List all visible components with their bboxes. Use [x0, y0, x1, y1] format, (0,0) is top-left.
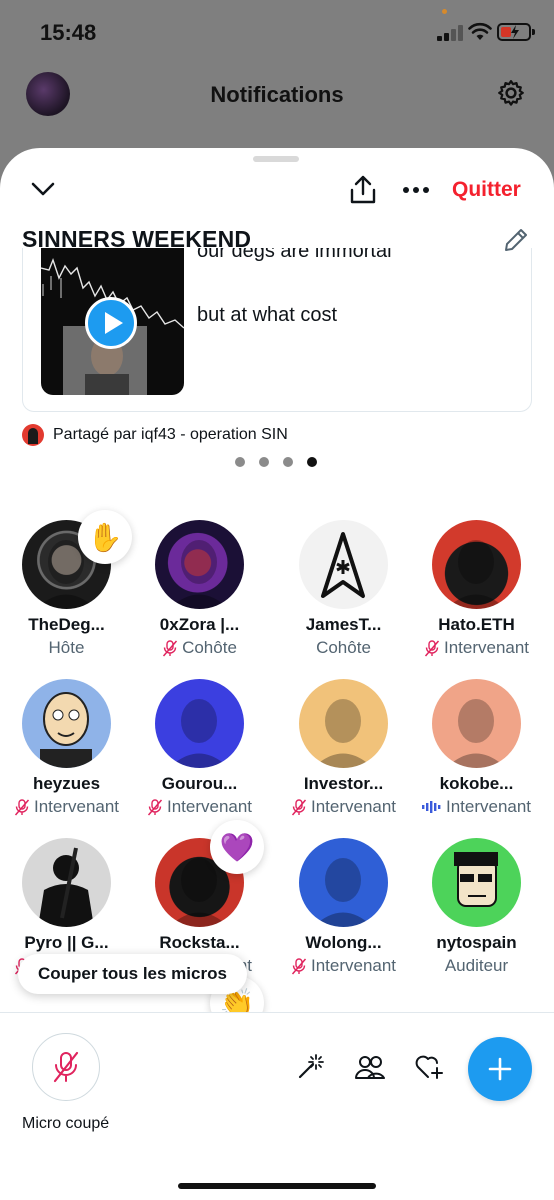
participant-role-label: Cohôte	[316, 638, 371, 657]
participant-avatar[interactable]	[432, 679, 521, 768]
privacy-indicator	[442, 9, 447, 14]
participant-name: TheDeg...	[28, 615, 105, 634]
page-dot[interactable]	[283, 457, 293, 467]
participant-role: Intervenant	[133, 797, 266, 817]
microphone-off-icon	[53, 1051, 79, 1083]
participant-avatar[interactable]	[155, 679, 244, 768]
mic-toggle-button[interactable]	[32, 1033, 100, 1101]
participant-avatar[interactable]	[432, 520, 521, 609]
microphone-off-icon	[14, 798, 30, 815]
signal-icon	[437, 25, 463, 41]
more-options-icon[interactable]	[402, 186, 430, 194]
plus-icon	[488, 1057, 512, 1081]
bottom-action-bar: Micro coupé	[0, 1012, 554, 1200]
battery-icon	[497, 23, 535, 41]
participant-name: Rocksta...	[159, 933, 240, 952]
participant-role: Intervenant	[410, 638, 543, 658]
mic-status-label: Micro coupé	[22, 1115, 110, 1132]
video-thumbnail[interactable]	[41, 248, 184, 395]
quit-button[interactable]: Quitter	[452, 178, 521, 202]
participant-name: kokobe...	[439, 774, 514, 793]
participant-name: Wolong...	[305, 933, 382, 952]
gear-icon[interactable]	[496, 78, 526, 108]
participant-11[interactable]: Wolong... Intervenant	[277, 838, 410, 988]
page-title: Notifications	[210, 82, 344, 107]
participant-avatar[interactable]	[22, 679, 111, 768]
microphone-off-icon	[424, 639, 440, 656]
participant-role: Intervenant	[410, 797, 543, 817]
participant-avatar[interactable]	[155, 520, 244, 609]
microphone-off-icon	[147, 798, 163, 815]
speaking-waveform-icon	[421, 801, 441, 813]
participant-role-label: Auditeur	[444, 956, 509, 975]
mute-all-button[interactable]: Couper tous les micros	[18, 954, 247, 994]
participant-2[interactable]: 0xZora |... Cohôte	[133, 520, 266, 670]
participant-name: nytospain	[436, 933, 517, 952]
page-dot[interactable]	[235, 457, 245, 467]
participant-role-label: Intervenant	[310, 797, 397, 816]
people-icon[interactable]	[354, 1053, 386, 1081]
microphone-off-icon	[163, 639, 178, 656]
share-icon[interactable]	[348, 174, 378, 206]
participant-name: Gourou...	[161, 774, 238, 793]
participant-avatar[interactable]	[22, 838, 111, 927]
page-dot[interactable]	[259, 457, 269, 467]
participant-name: JamesT...	[305, 615, 382, 634]
magic-wand-icon[interactable]	[296, 1053, 324, 1081]
participant-avatar[interactable]	[299, 838, 388, 927]
carousel-page-dots[interactable]	[235, 457, 317, 467]
sheet-grabber[interactable]	[253, 156, 299, 162]
add-button[interactable]	[468, 1037, 532, 1101]
participant-name: heyzues	[32, 774, 101, 793]
sharer-avatar	[22, 424, 44, 446]
participant-8[interactable]: kokobe... Intervenant	[410, 679, 543, 829]
participant-role: Intervenant	[0, 797, 133, 817]
participant-5[interactable]: heyzues Intervenant	[0, 679, 133, 829]
participant-role: Intervenant	[277, 797, 410, 817]
participant-4[interactable]: Hato.ETH Intervenant	[410, 520, 543, 670]
participant-avatar[interactable]	[299, 520, 388, 609]
participant-role: Cohôte	[133, 638, 266, 658]
participant-role-label: Hôte	[48, 638, 85, 657]
participant-role: Auditeur	[410, 956, 543, 976]
participant-name: 0xZora |...	[159, 615, 240, 634]
raised-hand-reaction: ✋	[78, 510, 132, 564]
shared-by-text: Partagé par iqf43 - operation SIN	[53, 426, 288, 443]
microphone-off-icon	[291, 798, 307, 815]
participant-role-label: Intervenant	[33, 797, 120, 816]
card-text-line-1: our degs are immortal	[197, 248, 392, 262]
wifi-icon	[468, 22, 492, 40]
participant-role-label: Intervenant	[310, 956, 397, 975]
participant-role: Cohôte	[277, 638, 410, 658]
shared-by-row[interactable]: Partagé par iqf43 - operation SIN	[22, 424, 288, 446]
participant-name: Investor...	[303, 774, 384, 793]
participant-avatar[interactable]	[299, 679, 388, 768]
status-time: 15:48	[40, 20, 97, 45]
page-dot-active[interactable]	[307, 457, 317, 467]
participant-name: Pyro || G...	[24, 933, 109, 952]
participant-name: Hato.ETH	[438, 615, 515, 634]
play-button[interactable]	[85, 297, 137, 349]
participant-role-label: Intervenant	[445, 797, 532, 816]
participant-role: Hôte	[0, 638, 133, 658]
participant-role-label: Cohôte	[182, 638, 237, 657]
heart-reaction: 💜	[210, 820, 264, 874]
participant-12[interactable]: nytospain Auditeur	[410, 838, 543, 988]
space-sheet: Quitter SINNERS WEEKEND our degs are imm…	[0, 148, 554, 1200]
card-text-line-2: but at what cost	[197, 304, 338, 326]
participant-role-label: Intervenant	[166, 797, 253, 816]
shared-tweet-card[interactable]: our degs are immortal but at what cost	[22, 248, 532, 412]
participant-6[interactable]: Gourou... Intervenant	[133, 679, 266, 829]
chevron-down-icon[interactable]	[30, 180, 56, 198]
participant-7[interactable]: Investor... Intervenant	[277, 679, 410, 829]
participant-role: Intervenant	[277, 956, 410, 976]
heart-plus-icon[interactable]	[414, 1053, 444, 1081]
participant-3[interactable]: JamesT... Cohôte	[277, 520, 410, 670]
status-bar: 15:48	[0, 0, 554, 64]
microphone-off-icon	[291, 957, 307, 974]
home-indicator[interactable]	[178, 1183, 376, 1189]
participant-role-label: Intervenant	[443, 638, 530, 657]
participant-avatar[interactable]	[432, 838, 521, 927]
